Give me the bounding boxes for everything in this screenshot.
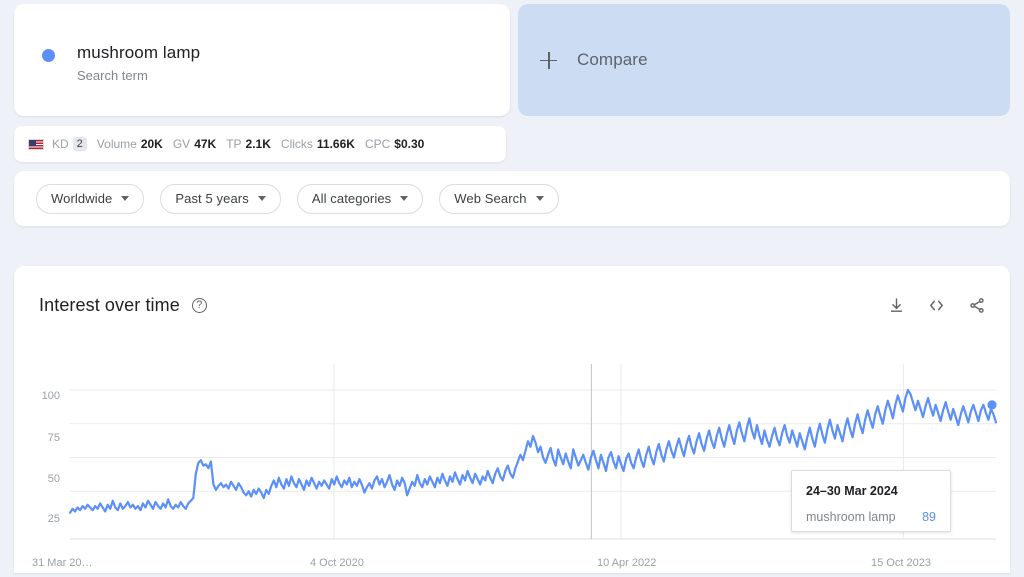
metric-tp-key: TP [226,137,242,151]
top-section: mushroom lamp Search term Compare KD 2 V… [0,0,1024,238]
filter-search-type-label: Web Search [454,191,527,206]
tooltip-date: 24–30 Mar 2024 [806,484,898,498]
metric-tp-value: 2.1K [245,137,271,151]
seo-metrics-bar: KD 2 Volume 20K GV 47K TP 2.1K Clicks 11… [14,126,506,162]
filter-location-label: Worldwide [51,191,113,206]
chevron-down-icon [535,196,544,201]
interest-over-time-card: Interest over time ? 100 75 50 25 31 Mar… [14,266,1010,573]
us-flag-icon [28,138,44,150]
metric-gv-value: 47K [194,137,217,151]
metric-volume: Volume 20K [97,137,163,151]
compare-inner: Compare [540,50,648,70]
x-axis-label-0: 31 Mar 20… [32,557,93,569]
question-mark-icon[interactable]: ? [191,297,207,313]
metric-clicks: Clicks 11.66K [281,137,355,151]
compare-label: Compare [577,50,648,69]
metric-clicks-key: Clicks [280,137,313,151]
metric-gv-key: GV [172,137,191,151]
embed-code-icon[interactable] [927,297,946,314]
metric-cpc-key: CPC [364,137,391,151]
y-axis-label-75: 75 [47,432,60,444]
metric-tp: TP 2.1K [226,137,271,151]
compare-card[interactable]: Compare [518,4,1010,116]
y-axis-label-25: 25 [47,513,60,525]
search-term-title: mushroom lamp [77,43,201,62]
chart-title-wrap: Interest over time ? [39,295,207,316]
metric-kd-value: 2 [72,137,87,151]
metric-clicks-value: 11.66K [316,137,355,151]
metric-volume-key: Volume [96,137,137,151]
trends-page: mushroom lamp Search term Compare KD 2 V… [0,0,1024,577]
share-icon[interactable] [968,297,986,314]
plus-icon [540,51,557,69]
y-axis-label-50: 50 [47,473,60,485]
filter-time-range-label: Past 5 years [175,191,249,206]
search-term-subtitle: Search term [77,68,148,83]
series-color-dot [42,49,55,62]
tooltip-row: mushroom lamp 89 [806,510,936,524]
metric-kd: KD 2 [52,137,87,151]
metric-cpc-value: $0.30 [394,137,425,151]
chart-tooltip: 24–30 Mar 2024 mushroom lamp 89 [791,470,951,532]
chevron-down-icon [257,196,266,201]
filter-category[interactable]: All categories [296,183,424,214]
metric-cpc: CPC $0.30 [365,137,424,151]
filter-time-range[interactable]: Past 5 years [160,183,281,214]
x-axis-label-2: 10 Apr 2022 [597,557,657,569]
metric-kd-key: KD [52,137,69,151]
chevron-down-icon [400,196,409,201]
download-icon[interactable] [888,297,905,314]
chart-actions [888,297,986,314]
metric-volume-value: 20K [140,137,163,151]
search-term-row: mushroom lamp Search term [42,42,200,85]
filter-category-label: All categories [311,191,392,206]
chart-title: Interest over time [39,294,180,315]
metric-gv: GV 47K [173,137,216,151]
search-term-card[interactable]: mushroom lamp Search term [14,4,510,116]
y-axis-label-100: 100 [41,390,60,402]
x-axis-label-1: 4 Oct 2020 [310,557,364,569]
filter-search-type[interactable]: Web Search [439,183,559,214]
filter-location[interactable]: Worldwide [36,183,145,214]
chevron-down-icon [121,196,130,201]
tooltip-series-name: mushroom lamp [806,510,896,524]
chart-header: Interest over time ? [39,290,986,320]
x-axis-label-3: 15 Oct 2023 [871,557,931,569]
filters-bar: Worldwide Past 5 years All categories We… [14,171,1010,226]
tooltip-value: 89 [922,510,936,524]
